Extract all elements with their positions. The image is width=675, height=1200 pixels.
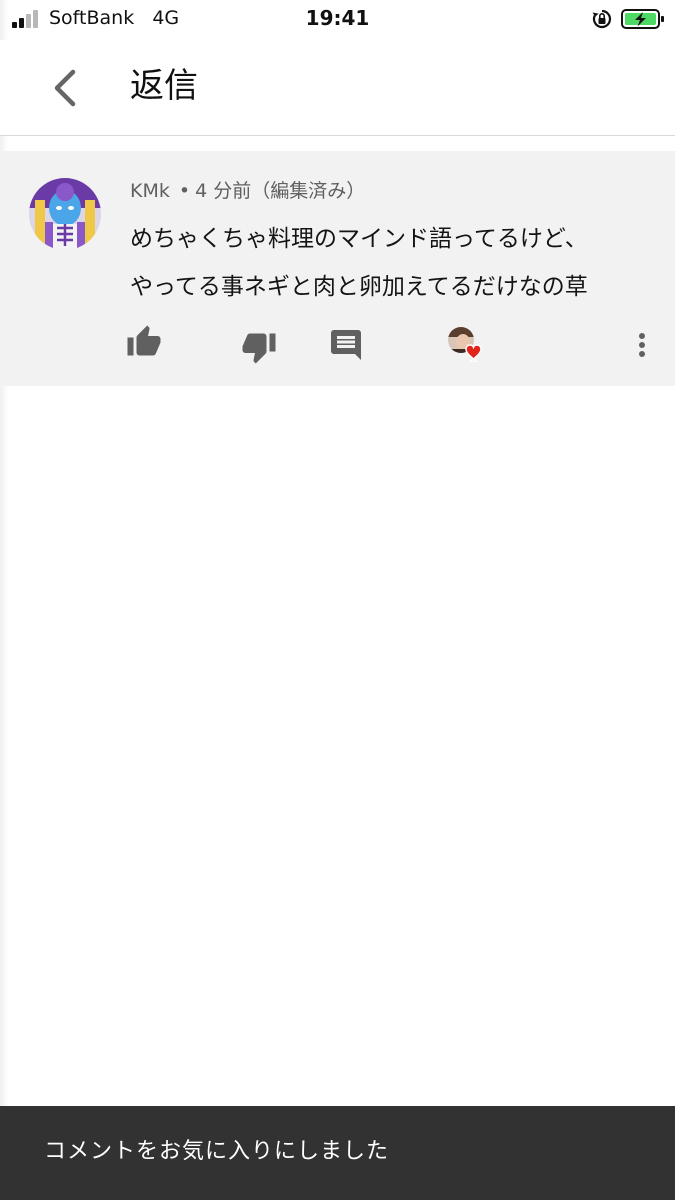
reply-comment-icon bbox=[331, 330, 361, 360]
comment-card: KMk • 4 分前（編集済み） めちゃくちゃ料理のマインド語ってるけど、 やってる… bbox=[0, 151, 675, 386]
more-vertical-icon bbox=[639, 333, 645, 357]
comment-line: めちゃくちゃ料理のマインド語ってるけど、 bbox=[130, 226, 588, 252]
creator-avatar-heart bbox=[448, 327, 482, 362]
chevron-left-icon bbox=[54, 69, 76, 107]
reply-button[interactable] bbox=[328, 327, 364, 363]
meta-separator: • bbox=[178, 180, 191, 202]
like-button[interactable] bbox=[126, 324, 162, 360]
comment-meta: KMk • 4 分前（編集済み） bbox=[130, 178, 365, 204]
dislike-button[interactable] bbox=[241, 329, 277, 365]
comment-time: 4 分前（編集済み） bbox=[195, 180, 366, 202]
avatar[interactable] bbox=[29, 178, 101, 250]
comment-text: めちゃくちゃ料理のマインド語ってるけど、 やってる事ネギと肉と卵加えてるだけなの… bbox=[130, 215, 660, 311]
top-app-bar: 返信 bbox=[0, 40, 675, 136]
back-button[interactable] bbox=[40, 60, 94, 114]
comment-line: やってる事ネギと肉と卵加えてるだけなの草 bbox=[130, 274, 588, 300]
status-bar: SoftBank 4G 19:41 bbox=[0, 0, 675, 40]
snackbar: コメントをお気に入りにしました bbox=[0, 1106, 675, 1200]
rotation-lock-icon bbox=[590, 8, 614, 30]
more-options-button[interactable] bbox=[628, 326, 656, 364]
snackbar-message: コメントをお気に入りにしました bbox=[44, 1139, 390, 1164]
page-title: 返信 bbox=[130, 66, 198, 106]
status-time: 19:41 bbox=[305, 6, 370, 30]
battery-charging-icon bbox=[621, 8, 665, 30]
thumbs-up-icon bbox=[127, 325, 161, 356]
comment-author[interactable]: KMk bbox=[130, 180, 170, 202]
creator-heart-icon[interactable] bbox=[446, 325, 486, 365]
avatar-image bbox=[29, 178, 101, 250]
thumbs-down-icon bbox=[242, 333, 276, 364]
